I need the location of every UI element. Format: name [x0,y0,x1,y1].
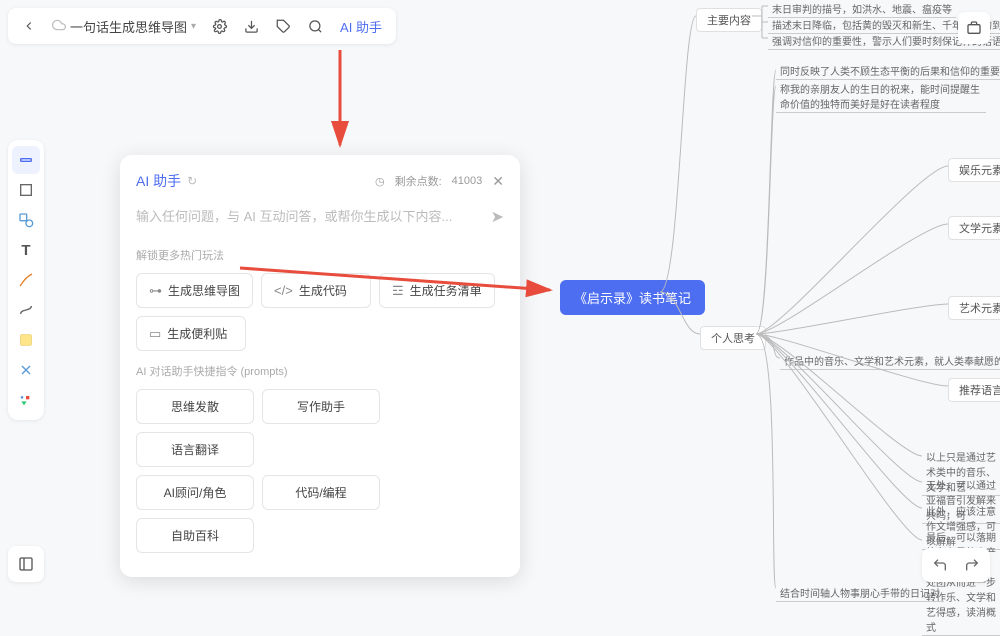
subnode-entertainment[interactable]: 娱乐元素 [948,158,1000,182]
undo-button[interactable] [926,552,954,578]
outline-toggle-button[interactable] [8,546,44,582]
prompt-writer-button[interactable]: 写作助手 [262,389,380,424]
branch-personal-thoughts[interactable]: 个人思考 [700,326,766,350]
subnode-recommend[interactable]: 推荐语言 [948,378,1000,402]
tool-connector[interactable] [12,296,40,324]
redo-button[interactable] [958,552,986,578]
leaf-node[interactable]: 最后，可以落期将名在最的人产生非解决问题，处团从而进一步转作乐、文学和艺得感，读… [922,528,1000,636]
branch-main-content[interactable]: 主要内容 [696,8,762,32]
section-prompts-label: AI 对话助手快捷指令 (prompts) [136,363,504,379]
leaf-node[interactable]: 作品中的音乐、文学和艺术元素，就人类奉献愿的得得很敬管 [780,352,1000,370]
leaf-node[interactable]: 同时反映了人类不顾生态平衡的后果和信仰的重要性 [776,62,1000,80]
tool-sticky[interactable] [12,326,40,354]
cloud-icon [52,18,66,35]
remaining-label: 剩余点数: [395,173,442,189]
tool-shape[interactable] [12,206,40,234]
generate-tasklist-button[interactable]: ☲ 生成任务清单 [379,273,495,308]
export-button[interactable] [236,11,266,41]
sticky-icon: ▭ [149,326,161,342]
prompt-coding-button[interactable]: 代码/编程 [262,475,380,510]
generate-code-button[interactable]: </> 生成代码 [261,273,371,308]
ai-assistant-link[interactable]: AI 助手 [332,17,390,36]
leaf-node[interactable]: 称我的亲朋友人的生日的祝来，能时间提醒生命价值的独特而美好是好在读者程度 [776,80,986,113]
tool-more[interactable] [12,386,40,414]
tool-mindmap[interactable] [12,356,40,384]
document-title-text: 一句话生成思维导图 [70,17,187,36]
prompt-diverge-button[interactable]: 思维发散 [136,389,254,424]
ai-prompt-input[interactable] [136,203,491,230]
tool-select[interactable] [12,146,40,174]
subnode-art[interactable]: 艺术元素 [948,296,1000,320]
clock-icon: ◷ [375,175,385,188]
prompt-translate-button[interactable]: 语言翻译 [136,432,254,467]
close-panel-button[interactable]: ✕ [492,173,504,190]
tool-pen[interactable] [12,266,40,294]
search-button[interactable] [300,11,330,41]
tag-button[interactable] [268,11,298,41]
mindmap-icon: ⊶ [149,283,162,299]
tool-text[interactable]: T [12,236,40,264]
remaining-count: 41003 [452,175,483,187]
refresh-icon[interactable]: ↻ [187,174,197,188]
section-popular-label: 解锁更多热门玩法 [136,247,504,263]
ai-assistant-panel: AI 助手 ↻ ◷ 剩余点数: 41003 ✕ ➤ 解锁更多热门玩法 ⊶ 生成思… [120,155,520,577]
tasklist-icon: ☲ [392,283,404,299]
generate-mindmap-button[interactable]: ⊶ 生成思维导图 [136,273,253,308]
undo-redo-bar [922,548,990,582]
toolbox-button[interactable] [958,12,990,44]
prompt-consultant-button[interactable]: AI顾问/角色 [136,475,254,510]
mindmap-center-node[interactable]: 《启示录》读书笔记 [560,280,705,315]
ai-panel-title: AI 助手 ↻ [136,171,197,191]
top-toolbar: 一句话生成思维导图 ▾ AI 助手 [8,8,396,44]
chevron-down-icon: ▾ [191,21,196,32]
generate-sticky-button[interactable]: ▭ 生成便利贴 [136,316,246,351]
tool-frame[interactable] [12,176,40,204]
code-icon: </> [274,283,293,298]
send-button[interactable]: ➤ [491,207,504,227]
back-button[interactable] [14,11,44,41]
subnode-literature[interactable]: 文学元素 [948,216,1000,240]
settings-button[interactable] [204,11,234,41]
leaf-node[interactable]: 结合时间轴人物事朋心手带的日记对 [776,584,944,602]
document-title[interactable]: 一句话生成思维导图 ▾ [46,17,202,36]
prompt-encyclopedia-button[interactable]: 自助百科 [136,518,254,553]
left-toolbar: T [8,140,44,420]
